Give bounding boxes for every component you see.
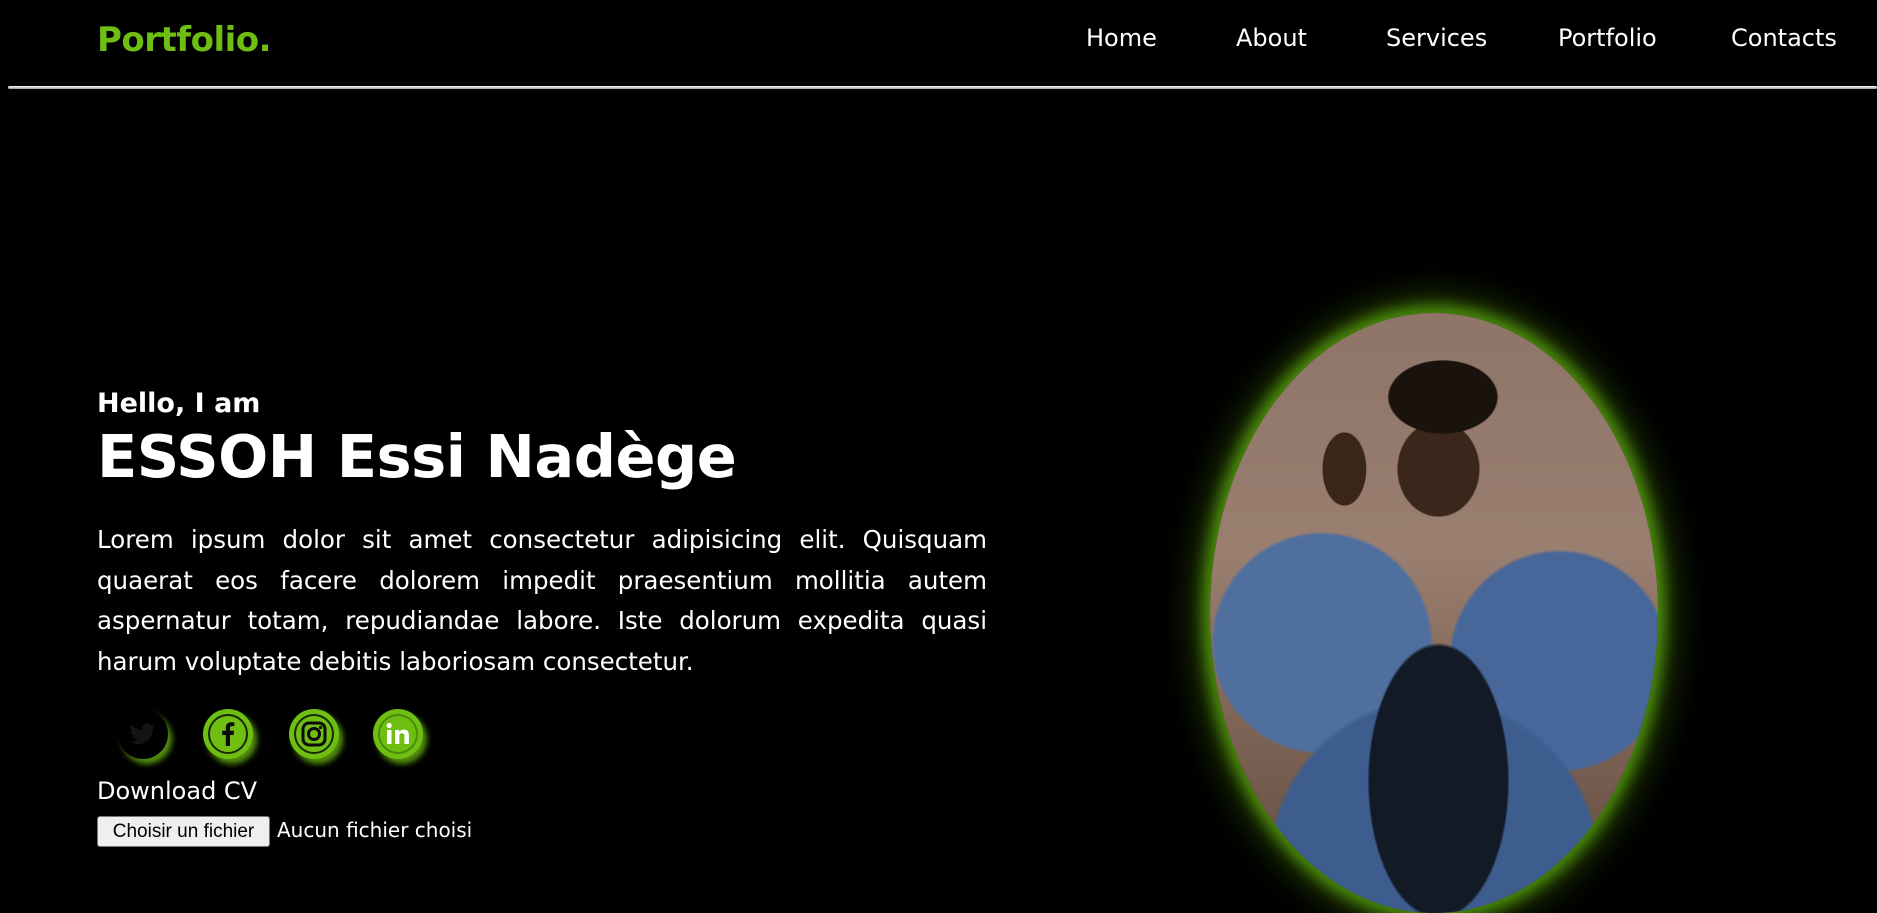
nav-link-contacts[interactable]: Contacts xyxy=(1731,24,1837,52)
hero-greeting: Hello, I am xyxy=(97,388,261,419)
profile-photo xyxy=(1210,313,1658,913)
download-cv-label: Download CV xyxy=(97,777,258,805)
nav-links: Home About Services Portfolio Contacts xyxy=(0,24,1877,58)
nav-link-home[interactable]: Home xyxy=(1086,24,1157,52)
twitter-icon xyxy=(130,723,156,745)
nav-link-about[interactable]: About xyxy=(1236,24,1307,52)
nav-divider xyxy=(8,86,1877,89)
navbar: Portfolio. Home About Services Portfolio… xyxy=(0,0,1877,89)
instagram-link[interactable] xyxy=(289,709,339,759)
nav-link-services[interactable]: Services xyxy=(1386,24,1487,52)
facebook-icon xyxy=(206,712,250,756)
nav-link-portfolio[interactable]: Portfolio xyxy=(1558,24,1657,52)
choose-file-button[interactable]: Choisir un fichier xyxy=(97,816,270,847)
file-status-text: Aucun fichier choisi xyxy=(277,818,473,842)
hero-bio: Lorem ipsum dolor sit amet consectetur a… xyxy=(97,525,987,676)
twitter-link[interactable] xyxy=(118,709,168,759)
linkedin-link[interactable] xyxy=(373,709,423,759)
linkedin-icon xyxy=(376,712,420,756)
instagram-icon xyxy=(292,712,336,756)
hero-name: ESSOH Essi Nadège xyxy=(97,422,737,491)
facebook-link[interactable] xyxy=(203,709,253,759)
